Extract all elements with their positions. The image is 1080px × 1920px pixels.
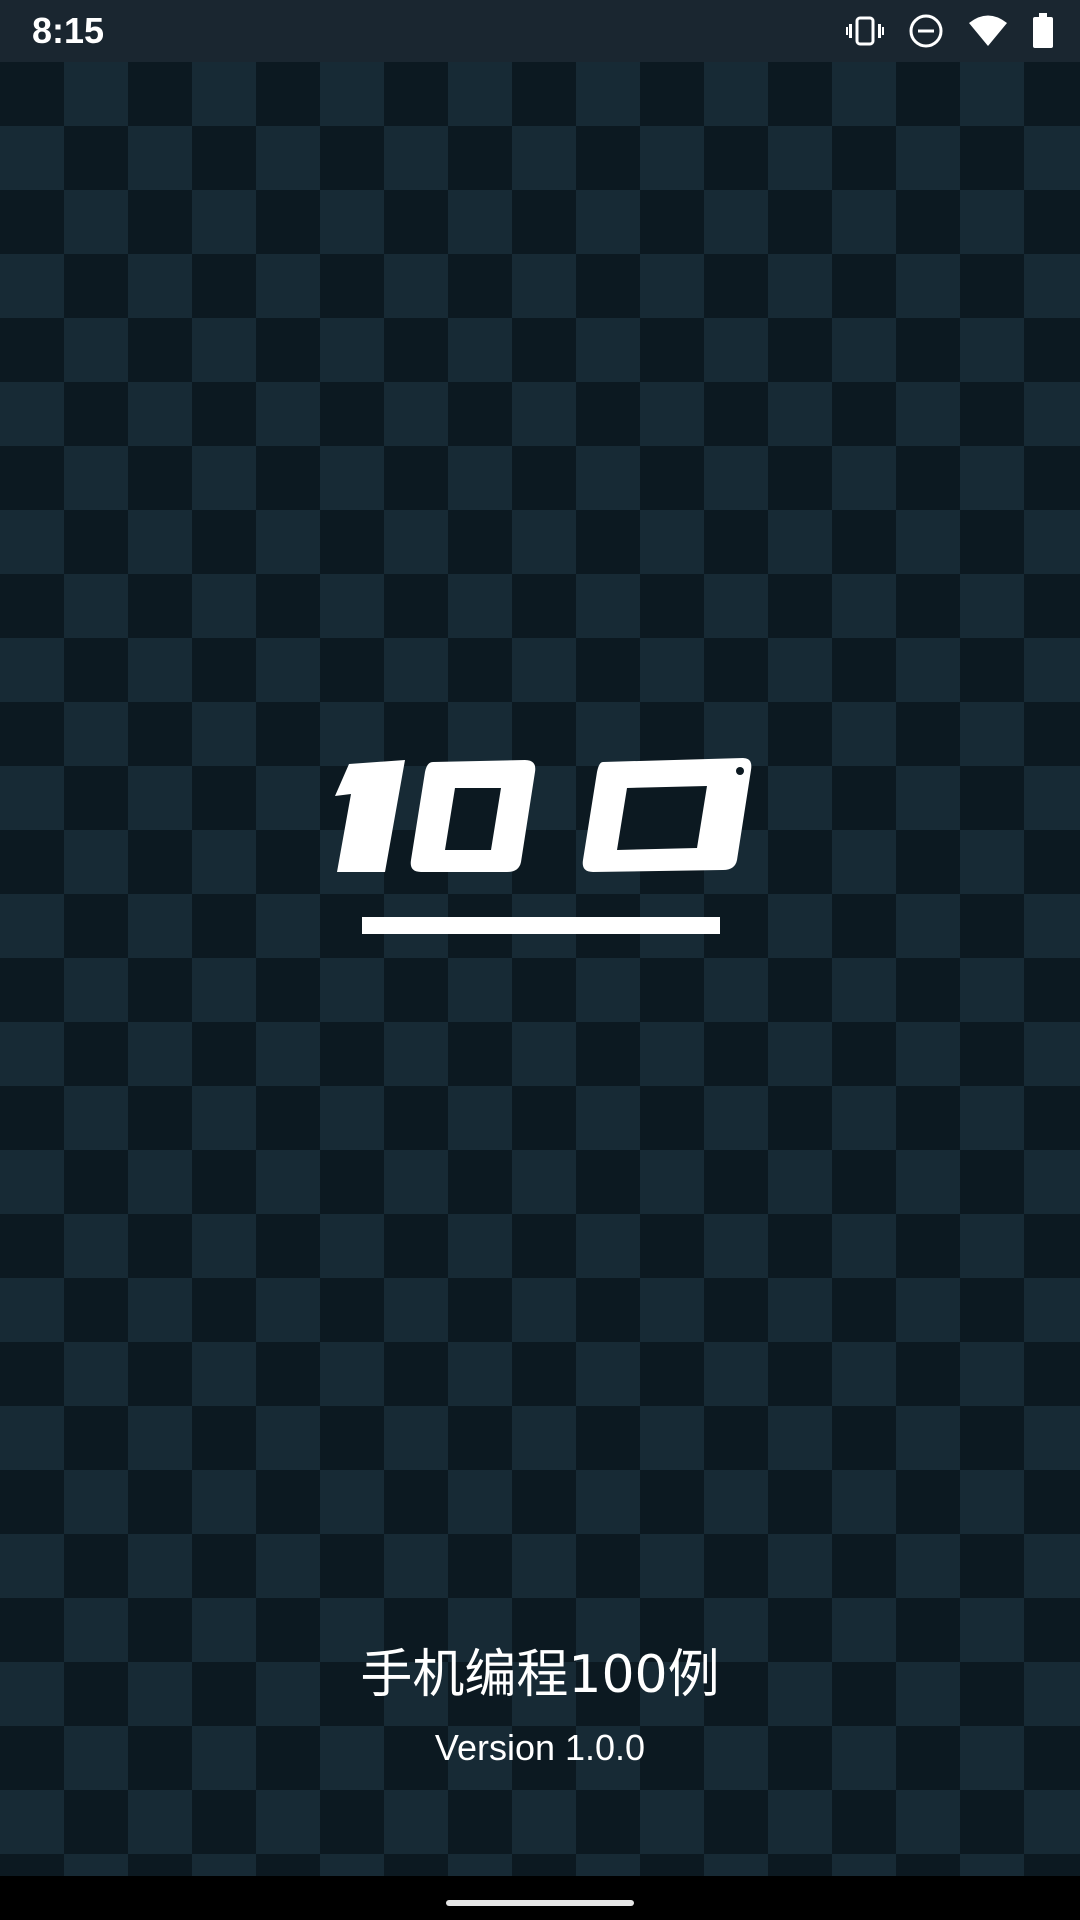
app-version: Version 1.0.0: [434, 1727, 646, 1768]
splash-screen: 8:15 手机编程100例 Version 1.0.0: [0, 0, 1080, 1920]
status-time: 8:15: [32, 10, 105, 51]
vibrate-icon: [846, 15, 884, 47]
home-gesture-handle[interactable]: [446, 1900, 634, 1906]
wifi-icon: [968, 14, 1008, 48]
do-not-disturb-icon: [908, 13, 944, 49]
checkerboard-background: [0, 62, 1080, 1876]
status-icons: [846, 10, 1054, 52]
app-name: 手机编程100例: [360, 1645, 720, 1705]
status-bar: 8:15: [0, 0, 1080, 62]
battery-icon: [1032, 13, 1054, 49]
navigation-bar: [0, 1876, 1080, 1920]
app-logo: [325, 752, 755, 942]
